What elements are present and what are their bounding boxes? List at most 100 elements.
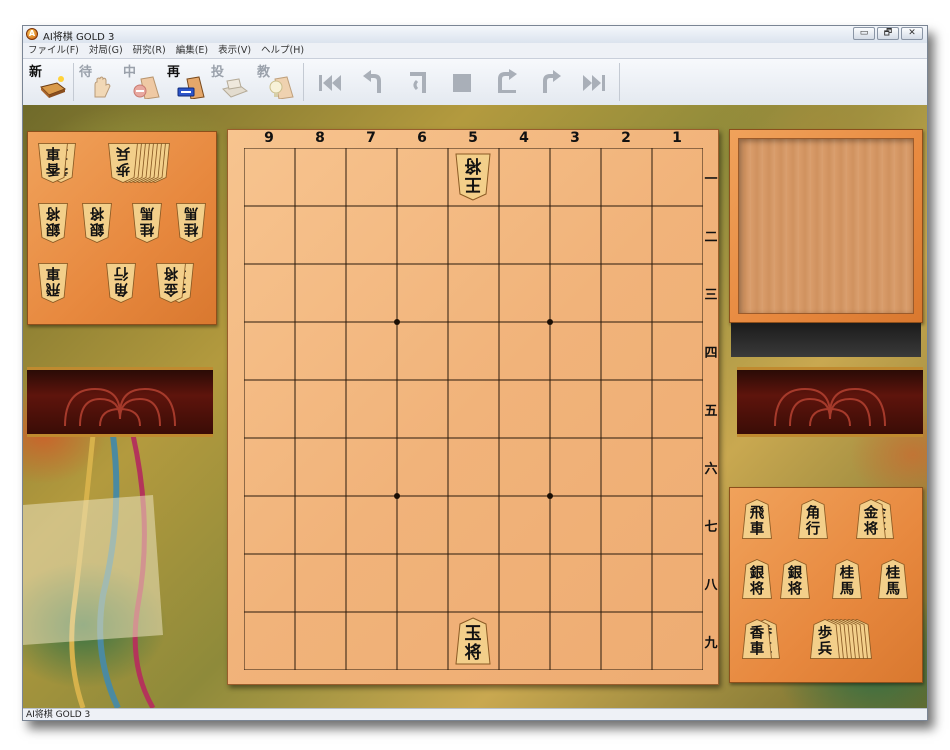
forward-move-button[interactable] bbox=[535, 68, 565, 98]
toolbar-separator bbox=[619, 63, 620, 101]
menu-file[interactable]: ファイル(F) bbox=[23, 43, 84, 58]
piece-char-bottom: 将 bbox=[465, 642, 482, 663]
redo-icon bbox=[498, 69, 517, 93]
star-point bbox=[547, 319, 553, 325]
sente-hand-piece[interactable]: 銀将 bbox=[740, 556, 774, 602]
menu-view[interactable]: 表示(V) bbox=[213, 43, 256, 58]
resign-button[interactable]: 投 bbox=[209, 61, 253, 103]
new-game-button[interactable]: 新 bbox=[27, 61, 71, 103]
sente-hand-piece[interactable]: 歩兵 bbox=[808, 616, 842, 662]
back-move-button[interactable] bbox=[359, 68, 389, 98]
file-label: 2 bbox=[621, 130, 631, 146]
last-move-button[interactable] bbox=[579, 68, 609, 98]
undo-icon bbox=[410, 72, 426, 93]
gote-hand-piece[interactable]: 歩兵 bbox=[106, 140, 140, 186]
piece-char-bottom: 兵 bbox=[818, 639, 833, 657]
hand-icon bbox=[94, 76, 111, 98]
menu-help[interactable]: ヘルプ(H) bbox=[256, 43, 309, 58]
gote-king-piece[interactable]: 王将 bbox=[453, 152, 493, 202]
close-button[interactable]: ✕ bbox=[901, 27, 923, 40]
replay-button[interactable]: 再 bbox=[165, 61, 209, 103]
sente-hand-shape: 桂馬 bbox=[878, 558, 908, 599]
status-bar: AI将棋 GOLD 3 bbox=[23, 708, 927, 720]
sente-hand-stand: 飛車角行金将金将銀将銀将桂馬桂馬香車香車歩兵歩兵歩兵歩兵歩兵歩兵歩兵歩兵歩兵 bbox=[729, 487, 923, 683]
sente-hand-shape: 歩兵 bbox=[810, 618, 840, 659]
minimize-button[interactable]: ▭ bbox=[853, 27, 875, 40]
gote-hand-shape: 歩兵 bbox=[108, 143, 138, 184]
sente-hand-shape: 桂馬 bbox=[832, 558, 862, 599]
piece-char-top: 香 bbox=[45, 161, 60, 179]
gote-king-shape: 王将 bbox=[455, 153, 491, 201]
hint-button[interactable]: 教 bbox=[255, 61, 299, 103]
gote-hand-piece[interactable]: 香車 bbox=[36, 140, 70, 186]
sente-hand-piece[interactable]: 桂馬 bbox=[876, 556, 910, 602]
piece-char-bottom: 車 bbox=[750, 520, 765, 537]
star-point bbox=[394, 493, 400, 499]
star-point bbox=[547, 493, 553, 499]
rank-label: 七 bbox=[704, 520, 718, 535]
stop-icon bbox=[453, 74, 471, 92]
menu-study[interactable]: 研究(R) bbox=[128, 43, 171, 58]
piece-char-bottom: 将 bbox=[90, 205, 104, 223]
gote-hand-pieces: 香車香車歩兵歩兵歩兵歩兵歩兵歩兵歩兵歩兵歩兵銀将銀将桂馬桂馬飛車角行金将金将 bbox=[28, 132, 218, 326]
interrupt-button[interactable]: 中 bbox=[121, 61, 165, 103]
undo-move-button[interactable] bbox=[403, 68, 433, 98]
gote-hand-piece[interactable]: 金将 bbox=[154, 260, 188, 306]
piece-char-top: 金 bbox=[863, 503, 879, 521]
board-grid[interactable] bbox=[244, 148, 703, 670]
gote-hand-piece[interactable]: 角行 bbox=[104, 260, 138, 306]
file-label: 9 bbox=[264, 130, 274, 146]
toolbar: 新 待 中 再 投 教 bbox=[23, 59, 927, 106]
file-label: 5 bbox=[468, 130, 478, 146]
sente-king-piece[interactable]: 玉将 bbox=[453, 616, 493, 666]
gote-hand-shape: 香車 bbox=[38, 143, 68, 184]
app-window: A AI将棋 GOLD 3 ▭ 🗗 ✕ ファイル(F) 対局(G) 研究(R) … bbox=[22, 25, 928, 721]
rank-label: 九 bbox=[704, 636, 718, 651]
window-controls: ▭ 🗗 ✕ bbox=[853, 27, 923, 40]
window-title: AI将棋 GOLD 3 bbox=[43, 32, 115, 43]
sente-hand-piece[interactable]: 金将 bbox=[854, 496, 888, 542]
menu-edit[interactable]: 編集(E) bbox=[171, 43, 213, 58]
piece-char-bottom: 馬 bbox=[886, 580, 900, 597]
gote-hand-piece[interactable]: 桂馬 bbox=[130, 200, 164, 246]
piece-char-bottom: 車 bbox=[45, 265, 60, 282]
app-icon: A bbox=[26, 28, 38, 40]
piece-char-bottom: 将 bbox=[750, 579, 764, 597]
rank-label: 四 bbox=[704, 346, 718, 361]
menu-bar: ファイル(F) 対局(G) 研究(R) 編集(E) 表示(V) ヘルプ(H) bbox=[23, 43, 927, 59]
file-label: 7 bbox=[366, 130, 376, 146]
piece-char-top: 桂 bbox=[885, 563, 901, 581]
piece-char-top: 歩 bbox=[115, 161, 130, 179]
gote-hand-shape: 金将 bbox=[156, 263, 186, 304]
piece-char-top: 銀 bbox=[750, 563, 765, 581]
replay-icon bbox=[177, 76, 205, 99]
sente-hand-piece[interactable]: 飛車 bbox=[740, 496, 774, 542]
sente-hand-piece[interactable]: 香車 bbox=[740, 616, 774, 662]
piece-char-bottom: 将 bbox=[864, 519, 878, 537]
wait-button[interactable]: 待 bbox=[77, 61, 121, 103]
rank-label: 五 bbox=[704, 404, 718, 419]
resign-icon bbox=[222, 78, 249, 98]
restore-button[interactable]: 🗗 bbox=[877, 27, 899, 40]
sente-hand-piece[interactable]: 桂馬 bbox=[830, 556, 864, 602]
piece-char-top: 銀 bbox=[89, 221, 104, 239]
piece-char-top: 香 bbox=[750, 623, 765, 641]
crest-banner-left bbox=[27, 367, 213, 437]
piece-char-top: 玉 bbox=[465, 624, 482, 644]
gote-hand-piece[interactable]: 銀将 bbox=[80, 200, 114, 246]
stop-button[interactable] bbox=[447, 68, 477, 98]
gote-hand-piece[interactable]: 桂馬 bbox=[174, 200, 208, 246]
redo-move-button[interactable] bbox=[491, 68, 521, 98]
gote-hand-piece[interactable]: 銀将 bbox=[36, 200, 70, 246]
rank-label: 三 bbox=[704, 288, 718, 303]
sente-hand-piece[interactable]: 角行 bbox=[796, 496, 830, 542]
crest-icon bbox=[774, 387, 886, 427]
sente-hand-shape: 銀将 bbox=[780, 558, 810, 599]
gote-hand-stand: 香車香車歩兵歩兵歩兵歩兵歩兵歩兵歩兵歩兵歩兵銀将銀将桂馬桂馬飛車角行金将金将 bbox=[27, 131, 217, 325]
sente-hand-shape: 香車 bbox=[742, 618, 772, 659]
menu-game[interactable]: 対局(G) bbox=[84, 43, 128, 58]
first-move-button[interactable] bbox=[315, 68, 345, 98]
title-bar: A AI将棋 GOLD 3 ▭ 🗗 ✕ bbox=[23, 26, 927, 44]
sente-hand-piece[interactable]: 銀将 bbox=[778, 556, 812, 602]
gote-hand-piece[interactable]: 飛車 bbox=[36, 260, 70, 306]
